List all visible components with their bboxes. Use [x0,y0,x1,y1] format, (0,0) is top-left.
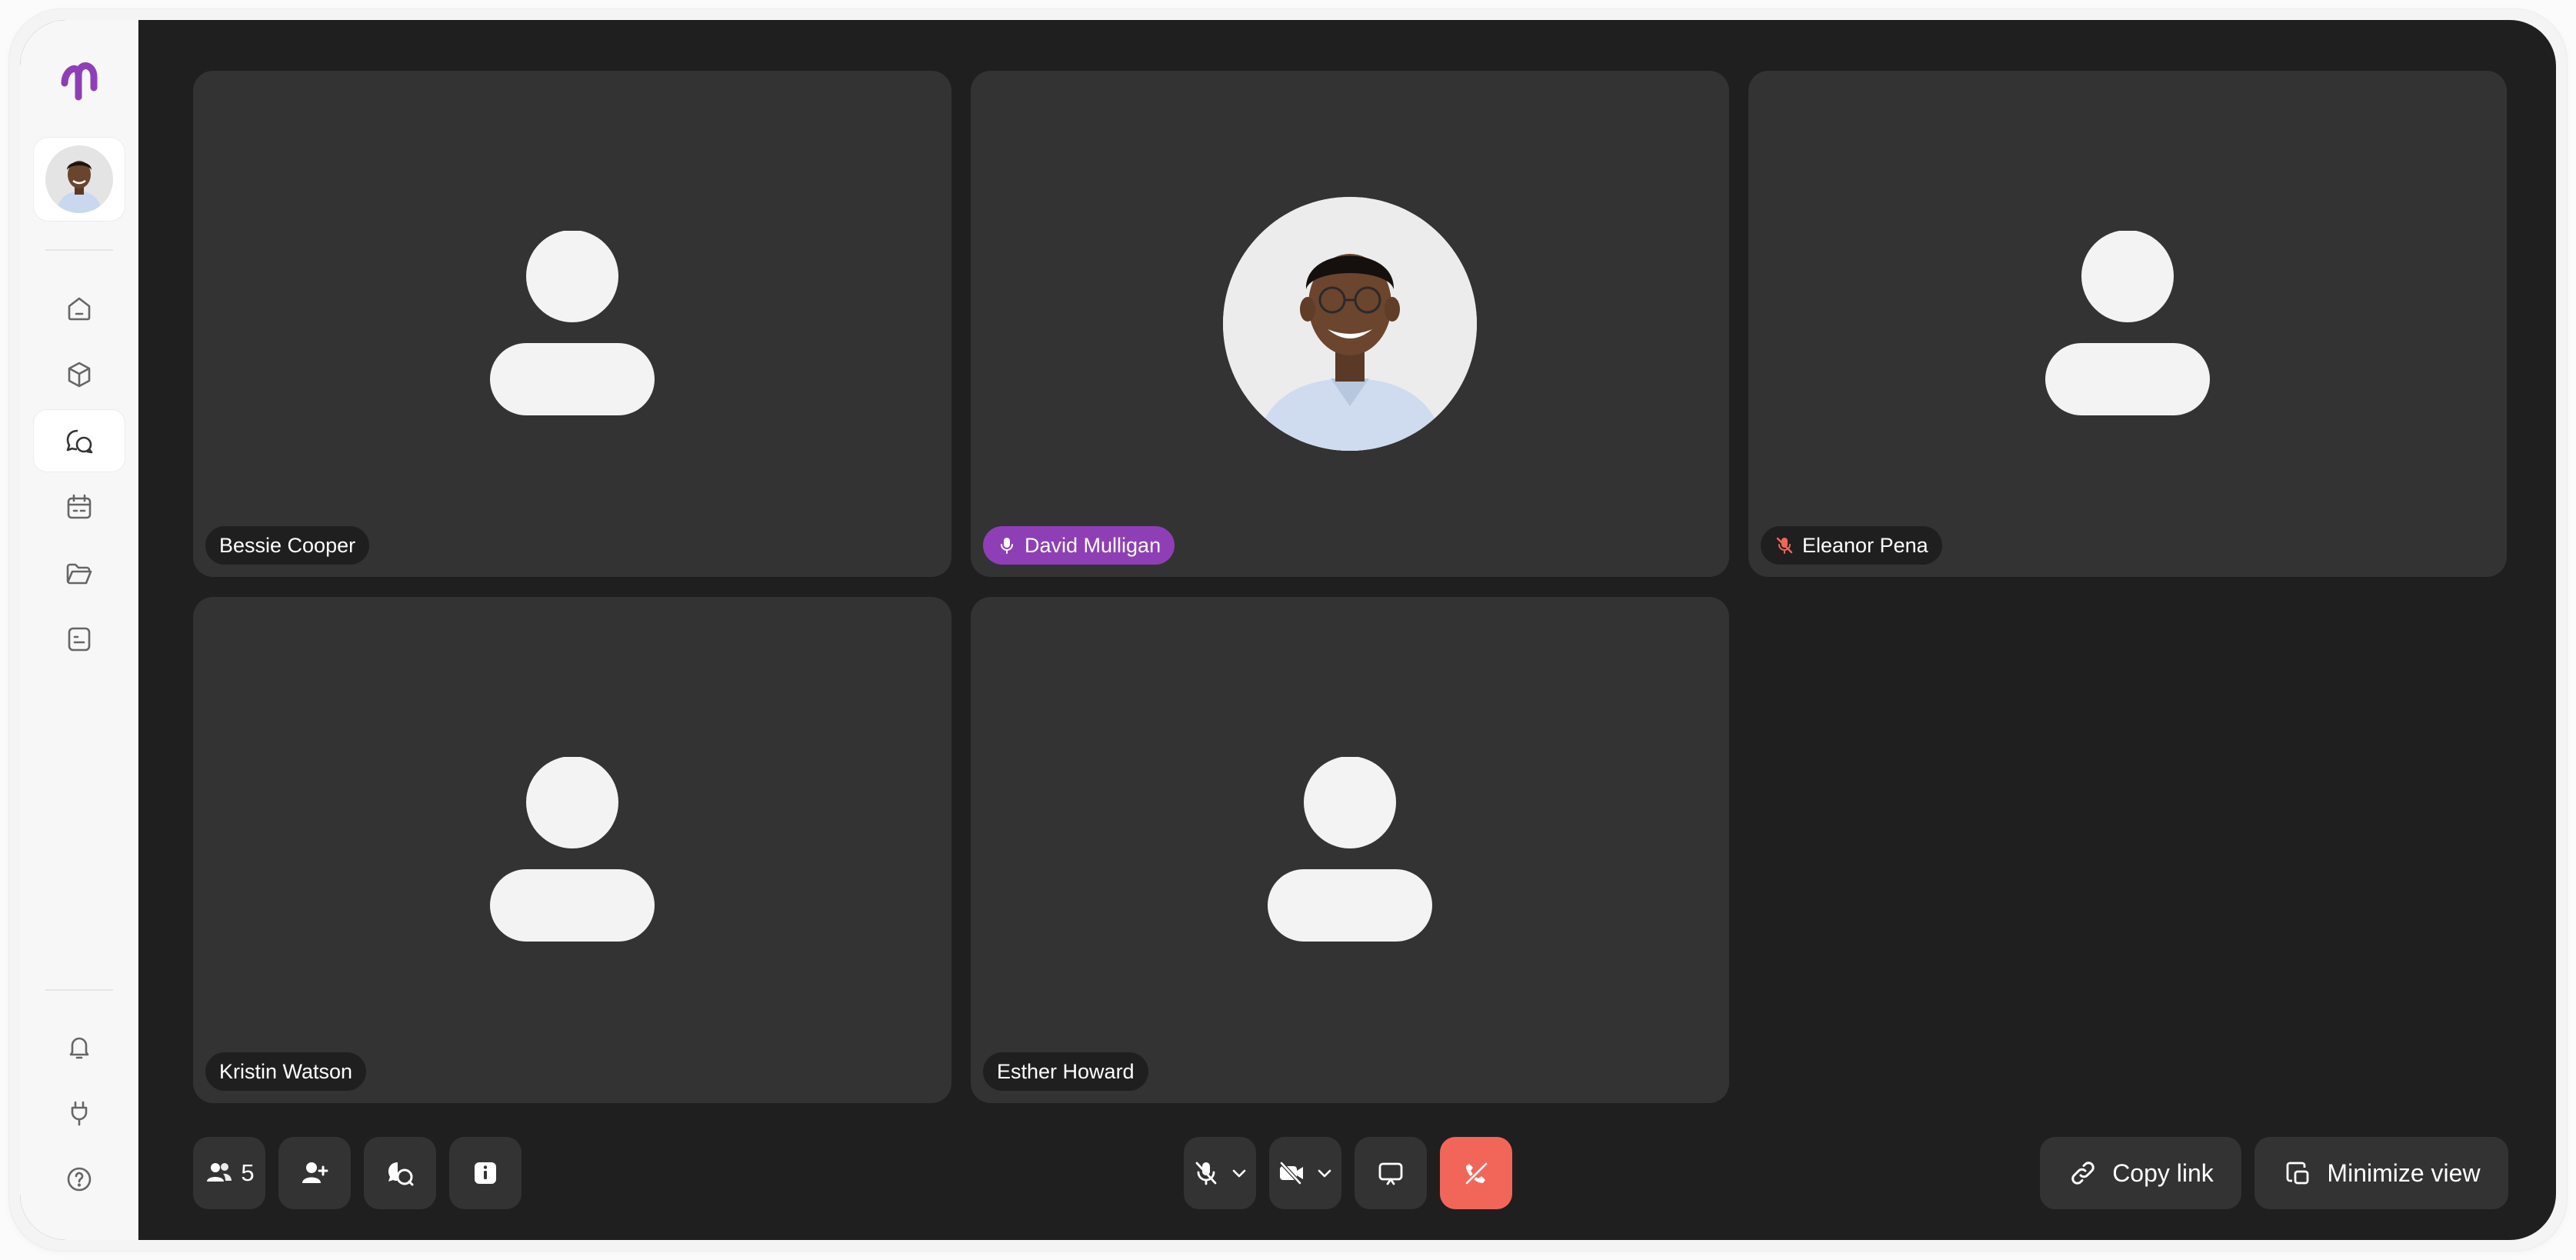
cube-icon [68,362,91,388]
minimize-view-button[interactable]: Minimize view [2254,1137,2508,1209]
participant-photo [1223,197,1477,451]
current-user-avatar-button[interactable] [33,137,125,222]
link-icon [2071,1162,2094,1185]
participant-name: Esther Howard [997,1059,1135,1083]
participant-name-chip: Kristin Watson [205,1052,367,1091]
video-call-app: Bessie Cooper David Mulligan Eleanor Pen… [20,20,2556,1240]
copy-link-label: Copy link [2112,1158,2214,1187]
help-circle-icon [67,1167,92,1192]
microphone-icon [1001,538,1013,554]
plug-icon [71,1101,88,1126]
participant-tile[interactable]: Eleanor Pena [1748,71,2507,577]
avatar [45,145,113,213]
brand-logo[interactable] [57,54,102,105]
participants-count: 5 [241,1159,255,1186]
chat-button[interactable] [364,1137,436,1209]
sidebar-divider [45,249,113,251]
home-icon [68,297,91,321]
users-icon [207,1163,232,1182]
participant-name-chip: Esther Howard [983,1052,1148,1091]
participant-name: Kristin Watson [219,1059,353,1083]
microphone-muted-icon [1776,537,1793,554]
participant-name: David Mulligan [1025,533,1161,557]
participant-name: Eleanor Pena [1802,533,1928,557]
sidebar-item-calls[interactable] [33,409,125,472]
copy-link-button[interactable]: Copy link [2040,1137,2241,1209]
sidebar-item-home[interactable] [33,277,125,340]
phone-hangup-icon [1465,1162,1488,1185]
participant-tile[interactable]: Esther Howard [971,597,1729,1103]
add-user-icon [302,1162,328,1183]
screen-share-icon [1378,1162,1403,1185]
sidebar-item-calendar[interactable] [33,475,125,538]
bell-icon [69,1037,89,1059]
user-placeholder-icon [490,757,655,942]
sidebar-divider-bottom [45,989,113,991]
participant-name-chip: Eleanor Pena [1761,526,1942,565]
video-stage: Bessie Cooper David Mulligan Eleanor Pen… [138,20,2556,1240]
chat-bubbles-icon [388,1162,414,1186]
microphone-toggle[interactable] [1184,1137,1256,1209]
info-icon [475,1162,496,1184]
sidebar-item-integrations[interactable] [33,1082,125,1145]
document-icon [68,627,91,652]
calendar-icon [67,494,92,519]
participant-name: Bessie Cooper [219,533,356,557]
share-screen-button[interactable] [1355,1137,1427,1209]
chevron-down-icon[interactable] [1229,1163,1249,1183]
sidebar-item-box[interactable] [33,343,125,406]
participant-tile[interactable]: David Mulligan [971,71,1729,577]
info-button[interactable] [449,1137,522,1209]
minimize-window-icon [2287,1162,2309,1185]
user-placeholder-icon [1268,757,1432,942]
participant-tile[interactable]: Bessie Cooper [193,71,951,577]
microphone-off-icon [1195,1162,1217,1185]
camera-toggle[interactable] [1269,1137,1341,1209]
sidebar-item-notes[interactable] [33,608,125,671]
participant-name-chip-speaking: David Mulligan [983,526,1175,565]
sidebar-item-help[interactable] [33,1148,125,1211]
user-placeholder-icon [490,231,655,415]
chevron-down-icon[interactable] [1315,1163,1335,1183]
camera-off-icon [1279,1161,1303,1185]
sidebar [20,20,138,1240]
add-participant-button[interactable] [278,1137,351,1209]
chat-bubbles-icon [66,429,93,454]
participant-name-chip: Bessie Cooper [205,526,370,565]
participant-tile[interactable]: Kristin Watson [193,597,951,1103]
user-placeholder-icon [2045,231,2210,415]
end-call-button[interactable] [1440,1137,1512,1209]
folder-icon [66,563,92,585]
participants-button[interactable]: 5 [193,1137,265,1209]
sidebar-item-notifications[interactable] [33,1015,125,1078]
minimize-view-label: Minimize view [2327,1158,2481,1187]
sidebar-item-files[interactable] [33,542,125,605]
